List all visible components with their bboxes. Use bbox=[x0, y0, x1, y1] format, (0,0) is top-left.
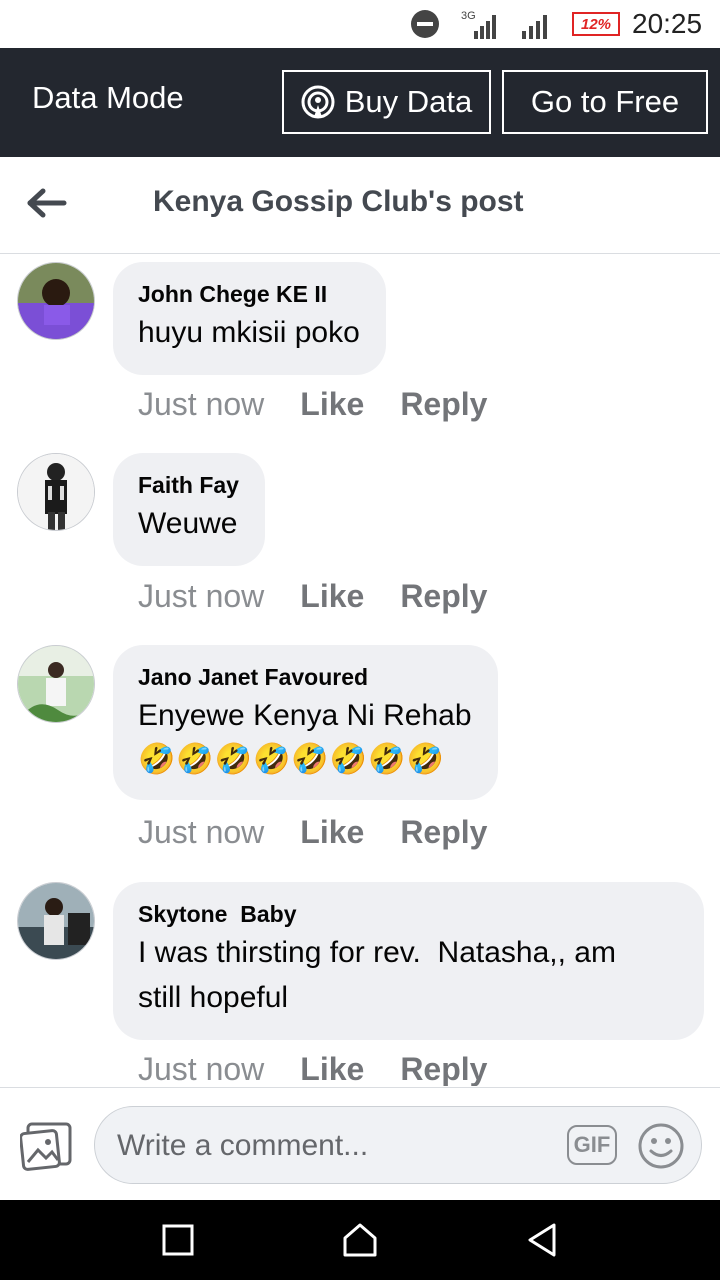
status-bar: 3G 12% 20:25 bbox=[0, 0, 720, 48]
comment-bubble[interactable]: Jano Janet Favoured Enyewe Kenya Ni Reha… bbox=[113, 645, 498, 800]
comment-author[interactable]: Jano Janet Favoured bbox=[138, 663, 472, 691]
reply-button[interactable]: Reply bbox=[400, 1051, 487, 1086]
like-button[interactable]: Like bbox=[300, 386, 364, 422]
comment-text: huyu mkisii poko bbox=[138, 316, 360, 349]
comment-author[interactable]: John Chege KE II bbox=[138, 280, 360, 308]
reply-button[interactable]: Reply bbox=[400, 578, 487, 614]
avatar[interactable] bbox=[17, 262, 95, 340]
home-icon[interactable] bbox=[340, 1220, 380, 1265]
comment-text-line: I was thirsting for rev. Natasha,, am bbox=[138, 936, 616, 969]
comment-time: Just now bbox=[138, 578, 265, 614]
page-title: Kenya Gossip Club's post bbox=[153, 185, 524, 218]
comment-text: Weuwe bbox=[138, 507, 238, 540]
clock: 20:25 bbox=[632, 8, 703, 39]
back-nav-icon[interactable] bbox=[522, 1220, 562, 1265]
comment-composer: GIF bbox=[0, 1087, 720, 1201]
reply-button[interactable]: Reply bbox=[400, 814, 487, 850]
comment-time: Just now bbox=[138, 1051, 265, 1086]
comment-time: Just now bbox=[138, 386, 265, 422]
comment-input[interactable] bbox=[115, 1107, 539, 1185]
broadcast-icon bbox=[301, 85, 335, 119]
comment-author[interactable]: Faith Fay bbox=[138, 471, 239, 499]
data-mode-label: Data Mode bbox=[32, 80, 184, 115]
comment-time: Just now bbox=[138, 814, 265, 850]
comment-bubble[interactable]: John Chege KE II huyu mkisii poko bbox=[113, 262, 386, 375]
like-button[interactable]: Like bbox=[300, 578, 364, 614]
avatar[interactable] bbox=[17, 453, 95, 531]
buy-data-button[interactable]: Buy Data bbox=[282, 70, 491, 134]
reply-button[interactable]: Reply bbox=[400, 386, 487, 422]
avatar[interactable] bbox=[17, 882, 95, 960]
like-button[interactable]: Like bbox=[300, 814, 364, 850]
signal-icon bbox=[520, 0, 550, 48]
emoji-icon[interactable] bbox=[637, 1122, 685, 1175]
comment-actions: Just now Like Reply bbox=[138, 814, 523, 851]
signal-3g-icon: 3G bbox=[460, 0, 500, 48]
recents-icon[interactable] bbox=[160, 1220, 196, 1265]
battery-icon: 12% bbox=[572, 0, 620, 48]
network-type-label: 3G bbox=[461, 10, 476, 22]
comment-actions: Just now Like Reply bbox=[138, 1051, 523, 1086]
comment-list[interactable]: John Chege KE II huyu mkisii poko Just n… bbox=[0, 254, 720, 1086]
system-nav-bar bbox=[0, 1200, 720, 1280]
data-mode-bar: Data Mode Buy Data Go to Free bbox=[0, 48, 720, 157]
post-header: Kenya Gossip Club's post bbox=[0, 157, 720, 254]
do-not-disturb-icon bbox=[410, 0, 440, 48]
like-button[interactable]: Like bbox=[300, 1051, 364, 1086]
go-to-free-label: Go to Free bbox=[530, 84, 680, 119]
comment-text: Enyewe Kenya Ni Rehab bbox=[138, 699, 472, 732]
comment-bubble[interactable]: Faith Fay Weuwe bbox=[113, 453, 265, 566]
comment-actions: Just now Like Reply bbox=[138, 578, 523, 615]
go-to-free-button[interactable]: Go to Free bbox=[502, 70, 708, 134]
comment-input-box[interactable]: GIF bbox=[94, 1106, 702, 1185]
comment-bubble[interactable]: Skytone Baby I was thirsting for rev. Na… bbox=[113, 882, 704, 1040]
back-arrow-icon[interactable] bbox=[26, 183, 70, 223]
comment-author[interactable]: Skytone Baby bbox=[138, 900, 678, 928]
comment-text-line: still hopeful bbox=[138, 981, 289, 1014]
photo-icon[interactable] bbox=[19, 1122, 74, 1177]
comment-emoji: 🤣🤣🤣🤣🤣🤣🤣🤣 bbox=[138, 743, 445, 776]
comment-actions: Just now Like Reply bbox=[138, 386, 523, 423]
buy-data-label: Buy Data bbox=[344, 84, 473, 119]
avatar[interactable] bbox=[17, 645, 95, 723]
gif-button[interactable]: GIF bbox=[567, 1125, 617, 1165]
battery-percent: 12% bbox=[580, 15, 612, 33]
